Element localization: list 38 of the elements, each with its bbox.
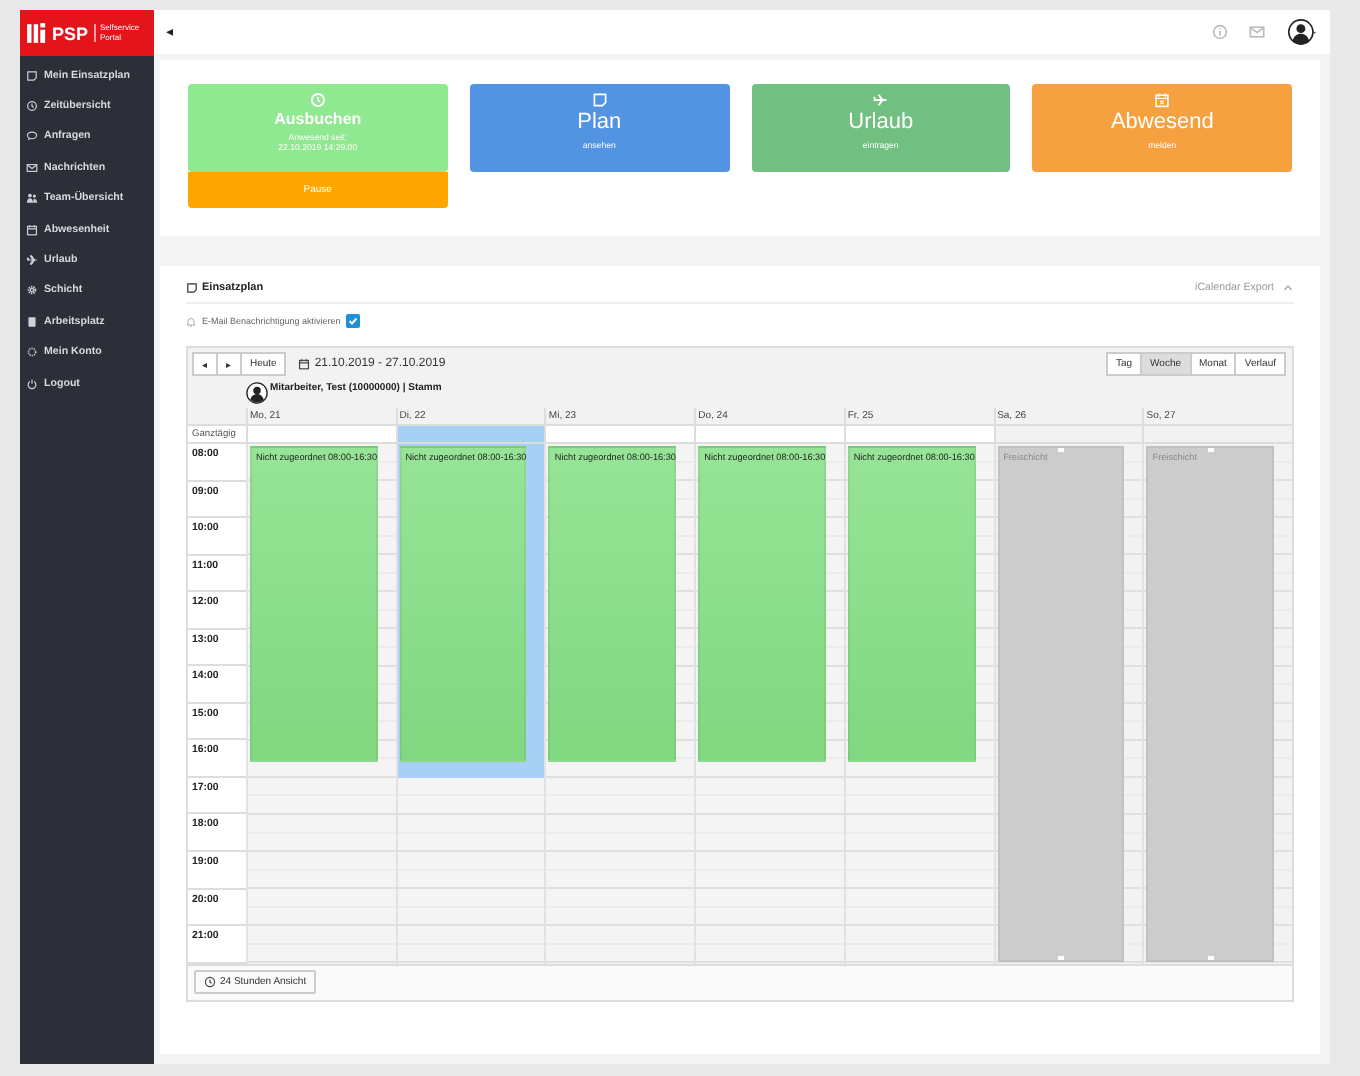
logo-icon [26, 22, 48, 44]
all-day-cell[interactable] [395, 426, 545, 444]
resize-handle[interactable] [1058, 955, 1065, 960]
resize-handle[interactable] [1208, 955, 1215, 960]
avatar-icon [246, 382, 268, 404]
all-day-cell[interactable] [1142, 426, 1292, 444]
tile-title: Abwesend [1110, 110, 1214, 136]
resize-handle[interactable] [1058, 448, 1065, 452]
mail-icon [26, 161, 38, 174]
calendar-icon [298, 358, 311, 370]
all-day-cell[interactable] [993, 426, 1143, 444]
tile-title: Plan [577, 110, 622, 136]
tile-title: Urlaub [848, 110, 914, 136]
gear-icon [26, 284, 38, 297]
tablet-icon [26, 315, 38, 328]
people-icon [26, 192, 38, 205]
bell-icon [186, 315, 196, 327]
email-checkbox[interactable] [346, 314, 361, 328]
tile-title: Ausbuchen [274, 110, 362, 128]
avatar-icon[interactable] [1286, 18, 1318, 46]
clock-icon [204, 975, 216, 988]
clock-icon [26, 100, 38, 113]
clock-icon [309, 92, 326, 108]
power-icon [26, 377, 38, 390]
calendar-icon [26, 223, 38, 236]
mail-icon[interactable] [1248, 24, 1266, 40]
note-icon [186, 282, 198, 294]
plane-icon [872, 92, 889, 108]
note-icon [26, 69, 38, 82]
resize-handle[interactable] [1208, 448, 1215, 452]
chevron-up-icon[interactable] [1282, 282, 1294, 294]
note-icon [591, 92, 608, 108]
plane-icon [26, 254, 38, 267]
chat-icon [26, 130, 38, 143]
calendar-icon [1154, 92, 1171, 108]
logo-text: PSP [52, 23, 89, 43]
gear-icon [26, 346, 38, 359]
info-icon[interactable] [1212, 24, 1228, 40]
